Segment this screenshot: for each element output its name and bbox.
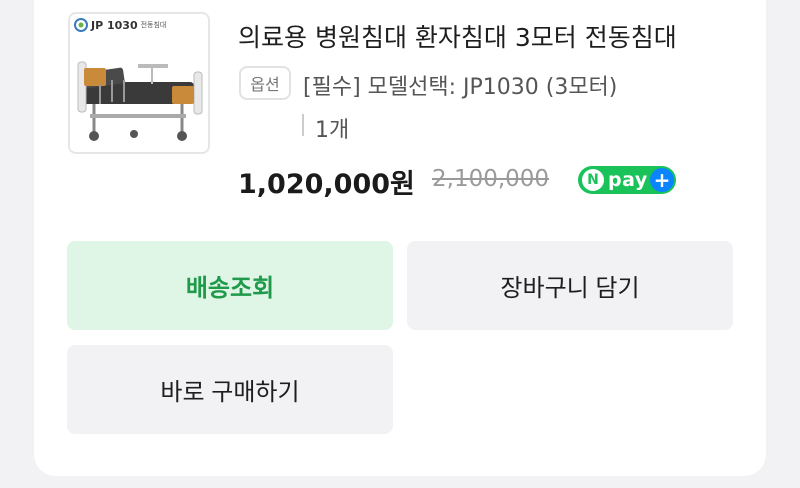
option-text: [필수] 모델선택: JP1030 (3모터)	[303, 75, 618, 100]
hospital-bed-image	[77, 61, 203, 141]
original-price: 2,100,000	[432, 166, 550, 192]
track-delivery-button[interactable]: 배송조회	[67, 241, 393, 330]
npay-pay-label: pay	[608, 169, 648, 191]
quantity-text: 1개	[315, 118, 350, 143]
option-badge: 옵션	[239, 66, 291, 100]
plus-icon: +	[650, 168, 674, 192]
sale-price: 1,020,000원	[238, 169, 415, 200]
npay-plus-badge: N pay +	[578, 166, 676, 194]
product-thumbnail[interactable]: JP 1030 전동침대	[68, 12, 210, 154]
product-title[interactable]: 의료용 병원침대 환자침대 3모터 전동침대	[238, 18, 738, 54]
buy-now-button[interactable]: 바로 구매하기	[67, 345, 393, 434]
add-to-cart-button[interactable]: 장바구니 담기	[407, 241, 733, 330]
quantity-divider	[302, 114, 304, 136]
npay-n-icon: N	[582, 169, 604, 191]
